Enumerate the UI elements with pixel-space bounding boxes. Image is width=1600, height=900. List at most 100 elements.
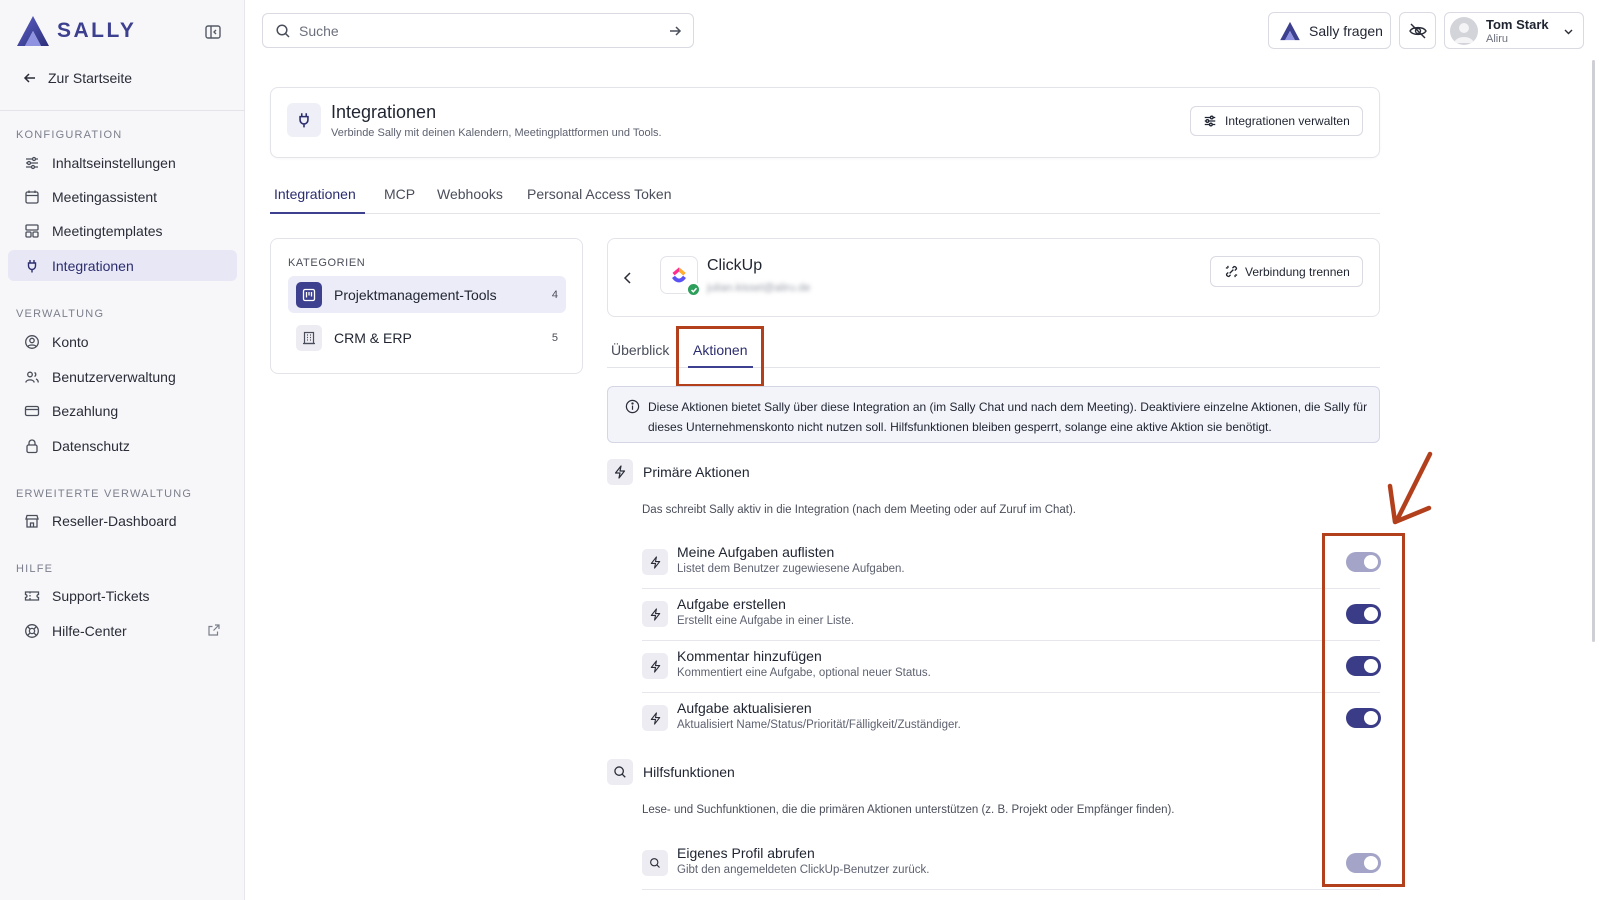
search-input[interactable] <box>299 22 649 39</box>
annotation-arrow-icon <box>1387 451 1433 525</box>
manage-integrations-button[interactable]: Integrationen verwalten <box>1190 106 1363 136</box>
tab-ueberblick[interactable]: Überblick <box>611 342 669 358</box>
category-crm-erp[interactable]: CRM & ERP 5 <box>288 319 566 356</box>
brand-name: SALLY <box>57 19 137 42</box>
avatar <box>1450 17 1478 45</box>
helper-functions-header: Hilfsfunktionen <box>607 759 735 785</box>
plug-icon <box>299 113 309 128</box>
disconnect-button[interactable]: Verbindung trennen <box>1210 256 1363 287</box>
search-icon <box>607 759 633 785</box>
user-menu-button[interactable]: Tom Stark Aliru <box>1444 12 1584 49</box>
plug-icon <box>27 259 37 272</box>
info-icon <box>625 399 640 414</box>
sidebar-item-meetingtemplates[interactable]: Meetingtemplates <box>8 215 237 246</box>
user-org: Aliru <box>1486 33 1509 45</box>
arrow-right-icon[interactable] <box>667 23 683 39</box>
tab-personal-access-token[interactable]: Personal Access Token <box>527 186 672 202</box>
sliders-icon <box>1204 115 1216 127</box>
search-bar[interactable] <box>262 13 694 48</box>
chevron-down-icon <box>1564 29 1573 35</box>
category-label: Projektmanagement-Tools <box>334 286 497 303</box>
sidebar-item-reseller-dashboard[interactable]: Reseller-Dashboard <box>8 505 237 536</box>
tab-mcp[interactable]: MCP <box>384 186 415 202</box>
sliders-icon <box>26 156 38 169</box>
sidebar-item-datenschutz[interactable]: Datenschutz <box>8 430 237 461</box>
tab-webhooks[interactable]: Webhooks <box>437 186 503 202</box>
collapse-sidebar-icon[interactable] <box>204 23 222 41</box>
sidebar-item-label: Reseller-Dashboard <box>52 512 177 529</box>
bolt-icon <box>607 459 633 485</box>
action-description: Listet dem Benutzer zugewiesene Aufgaben… <box>677 563 905 575</box>
ticket-icon <box>24 590 40 601</box>
action-row: Meine Aufgaben auflisten Listet dem Benu… <box>642 537 1381 589</box>
ask-sally-label: Sally fragen <box>1309 22 1383 39</box>
page-header-card: Integrationen Verbinde Sally mit deinen … <box>270 87 1380 158</box>
sidebar-item-konto[interactable]: Konto <box>8 326 237 357</box>
ask-sally-button[interactable]: Sally fragen <box>1268 12 1391 49</box>
user-circle-icon <box>25 334 39 349</box>
users-icon <box>25 371 39 383</box>
sidebar-divider <box>0 110 245 111</box>
primary-actions-description: Das schreibt Sally aktiv in die Integrat… <box>642 504 1077 516</box>
calendar-icon <box>25 190 39 204</box>
sidebar-item-bezahlung[interactable]: Bezahlung <box>8 395 237 426</box>
action-description: Erstellt eine Aufgabe in einer Liste. <box>677 615 855 627</box>
kanban-icon <box>296 281 322 308</box>
sidebar-item-integrationen[interactable]: Integrationen <box>8 250 237 281</box>
primary-actions-title: Primäre Aktionen <box>643 464 750 480</box>
categories-card: KATEGORIEN Projektmanagement-Tools 4 CRM… <box>270 238 583 374</box>
chevron-left-icon[interactable] <box>620 270 636 286</box>
disconnect-label: Verbindung trennen <box>1245 264 1350 279</box>
home-link[interactable]: Zur Startseite <box>22 66 132 90</box>
external-link-icon <box>208 624 220 636</box>
user-name: Tom Stark <box>1486 17 1549 32</box>
search-icon <box>642 850 668 876</box>
lifebuoy-icon <box>25 623 39 638</box>
sidebar-item-label: Benutzerverwaltung <box>52 368 176 385</box>
action-title: Kommentar hinzufügen <box>677 648 822 664</box>
category-count: 4 <box>551 288 558 301</box>
unlink-icon <box>1225 265 1238 278</box>
page-subtitle: Verbinde Sally mit deinen Kalendern, Mee… <box>331 127 662 139</box>
page-tabs: Integrationen MCP Webhooks Personal Acce… <box>270 180 1380 214</box>
sidebar-item-label: Meetingassistent <box>52 188 158 205</box>
integration-account-email: julian.kissel@aliru.de <box>707 282 811 294</box>
credit-card-icon <box>24 405 40 416</box>
section-label-verwaltung: VERWALTUNG <box>16 308 105 320</box>
template-icon <box>25 223 39 238</box>
active-tab-indicator <box>270 212 365 214</box>
lock-icon <box>26 438 38 453</box>
action-title: Eigenes Profil abrufen <box>677 845 815 861</box>
tab-integrationen[interactable]: Integrationen <box>274 186 356 202</box>
home-label: Zur Startseite <box>48 70 133 86</box>
bolt-icon <box>642 549 668 575</box>
action-description: Aktualisiert Name/Status/Priorität/Fälli… <box>677 719 961 731</box>
helper-functions-title: Hilfsfunktionen <box>643 764 735 780</box>
sidebar-item-label: Integrationen <box>52 257 134 274</box>
sidebar-item-label: Hilfe-Center <box>52 622 127 639</box>
action-description: Kommentiert eine Aufgabe, optional neuer… <box>677 667 931 679</box>
privacy-toggle-button[interactable] <box>1399 12 1436 49</box>
sidebar-item-label: Meetingtemplates <box>52 222 163 239</box>
category-projektmanagement-tools[interactable]: Projektmanagement-Tools 4 <box>288 276 566 313</box>
sidebar-item-meetingassistent[interactable]: Meetingassistent <box>8 181 237 212</box>
page-icon <box>287 103 321 137</box>
bolt-icon <box>642 705 668 731</box>
categories-label: KATEGORIEN <box>288 257 366 269</box>
scrollbar[interactable] <box>1592 60 1595 642</box>
action-title: Aufgabe aktualisieren <box>677 700 812 716</box>
sidebar-item-inhaltseinstellungen[interactable]: Inhaltseinstellungen <box>8 147 237 178</box>
bolt-icon <box>642 601 668 627</box>
sidebar-item-support-tickets[interactable]: Support-Tickets <box>8 580 237 611</box>
sidebar-item-hilfe-center[interactable]: Hilfe-Center <box>8 615 237 646</box>
sidebar-item-benutzerverwaltung[interactable]: Benutzerverwaltung <box>8 361 237 392</box>
action-description: Gibt den angemeldeten ClickUp-Benutzer z… <box>677 864 930 876</box>
logo[interactable]: SALLY <box>15 15 136 47</box>
user-avatar-icon <box>1454 23 1474 43</box>
sally-logo-icon <box>1280 21 1300 40</box>
integration-name: ClickUp <box>707 257 763 274</box>
search-icon <box>276 23 290 38</box>
action-row: Aufgabe aktualisieren Aktualisiert Name/… <box>642 693 1381 745</box>
helper-functions-description: Lese- und Suchfunktionen, die die primär… <box>642 804 1175 816</box>
info-text: Diese Aktionen bietet Sally über diese I… <box>648 400 1368 434</box>
